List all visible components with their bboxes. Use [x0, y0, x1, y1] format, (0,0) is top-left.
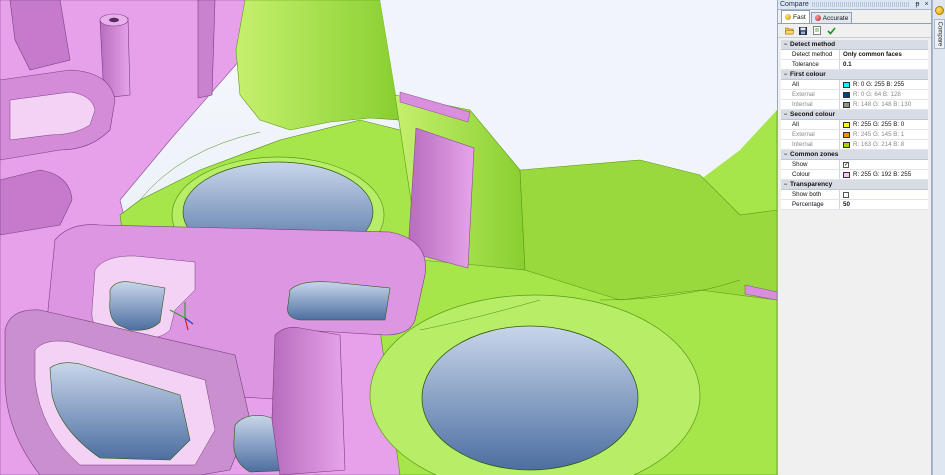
show-both-checkbox[interactable]: [843, 191, 849, 198]
property-row-second-all[interactable]: All R: 255 G: 255 B: 0: [781, 120, 928, 130]
category-first-colour[interactable]: − First colour: [781, 70, 928, 80]
pink-post-hole: [109, 17, 119, 23]
property-row-first-all[interactable]: All R: 0 G: 255 B: 255: [781, 80, 928, 90]
tab-fast-label: Fast: [793, 13, 806, 21]
property-row-second-internal[interactable]: Internal R: 163 G: 214 B: 8: [781, 140, 928, 150]
property-row-second-external[interactable]: External R: 245 G: 145 B: 1: [781, 130, 928, 140]
lower-hole: [421, 325, 639, 471]
property-row-first-external[interactable]: External R: 0 G: 64 B: 128: [781, 90, 928, 100]
pin-icon[interactable]: ᵽ: [913, 0, 922, 9]
property-row-show-both[interactable]: Show both: [781, 190, 928, 200]
dock-tab-compare[interactable]: Compare: [934, 19, 945, 49]
folder-open-icon[interactable]: [784, 26, 794, 36]
compare-tabs: Fast Accurate: [778, 10, 931, 24]
category-common-zones[interactable]: − Common zones: [781, 150, 928, 160]
tab-accurate-label: Accurate: [822, 14, 849, 22]
category-detect-method[interactable]: − Detect method: [781, 40, 928, 50]
panel-toolbar: [778, 24, 931, 38]
category-transparency[interactable]: − Transparency: [781, 180, 928, 190]
collapse-icon[interactable]: −: [781, 112, 790, 118]
property-row-show[interactable]: Show ✓: [781, 160, 928, 170]
pink-wall-right: [271, 327, 346, 475]
report-icon[interactable]: [812, 26, 822, 36]
tab-fast[interactable]: Fast: [781, 10, 810, 23]
color-swatch[interactable]: [843, 91, 850, 98]
property-row-detect-method[interactable]: Detect method Only common faces: [781, 50, 928, 60]
percentage-value[interactable]: 50: [840, 200, 928, 209]
panel-titlebar: Compare ᵽ ×: [778, 0, 931, 10]
dock-side-strip: Compare: [932, 0, 945, 475]
3d-viewport[interactable]: [0, 0, 777, 475]
collapse-icon[interactable]: −: [781, 72, 790, 78]
color-swatch[interactable]: [843, 141, 850, 148]
property-row-first-internal[interactable]: Internal R: 148 G: 148 B: 130: [781, 100, 928, 110]
color-swatch[interactable]: [843, 81, 850, 88]
small-slot-hole: [109, 281, 166, 331]
detect-method-value[interactable]: Only common faces: [840, 50, 928, 59]
panel-title: Compare: [780, 1, 809, 8]
color-swatch[interactable]: [843, 121, 850, 128]
property-row-common-colour[interactable]: Colour R: 255 G: 192 B: 255: [781, 170, 928, 180]
category-second-colour[interactable]: − Second colour: [781, 110, 928, 120]
green-curved-wall: [235, 0, 401, 131]
collapse-icon[interactable]: −: [781, 42, 790, 48]
cad-scene[interactable]: [0, 0, 777, 475]
checkmark-icon[interactable]: [826, 26, 836, 36]
color-swatch[interactable]: [843, 101, 850, 108]
collapse-icon[interactable]: −: [781, 182, 790, 188]
save-icon[interactable]: [798, 26, 808, 36]
property-row-percentage[interactable]: Percentage 50: [781, 200, 928, 210]
color-swatch[interactable]: [843, 131, 850, 138]
compare-sun-icon[interactable]: [935, 6, 944, 15]
tolerance-value[interactable]: 0.1: [840, 60, 928, 69]
pink-rib: [197, 0, 216, 99]
property-grid: − Detect method Detect method Only commo…: [778, 38, 931, 210]
tab-accurate[interactable]: Accurate: [810, 12, 853, 23]
right-slot-hole: [287, 281, 391, 321]
titlebar-grip: [811, 2, 910, 7]
close-icon[interactable]: ×: [922, 0, 931, 9]
fast-compare-icon: [785, 14, 791, 20]
compare-panel: Compare ᵽ × Fast Accurate − Detect metho…: [777, 0, 932, 475]
collapse-icon[interactable]: −: [781, 152, 790, 158]
property-row-tolerance[interactable]: Tolerance 0.1: [781, 60, 928, 70]
show-checkbox[interactable]: ✓: [843, 161, 849, 168]
accurate-compare-icon: [814, 15, 821, 21]
color-swatch[interactable]: [843, 171, 850, 178]
